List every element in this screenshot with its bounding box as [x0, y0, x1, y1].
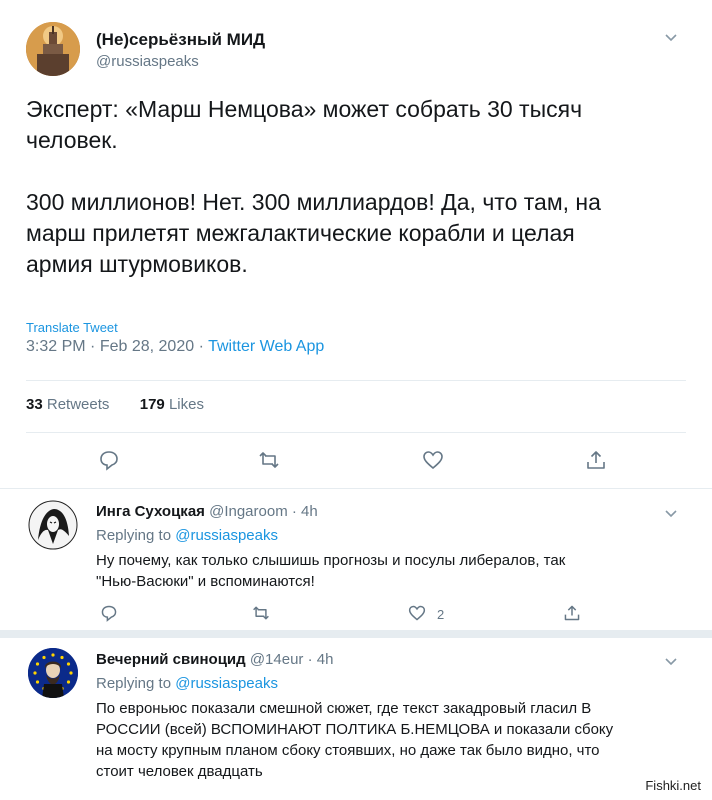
reply-text: Ну почему, как только слышишь прогнозы и…	[96, 550, 686, 592]
divider	[26, 380, 686, 381]
likes-stat[interactable]: 179 Likes	[140, 396, 204, 413]
tweet-date[interactable]: Feb 28, 2020	[100, 338, 194, 355]
share-icon[interactable]	[585, 449, 607, 471]
reply-text-line: По евроньюс показали смешной сюжет, где …	[96, 700, 592, 717]
author-name[interactable]: Вечерний свиноцид	[96, 651, 246, 668]
tweet-stats: 33 Retweets 179 Likes	[26, 396, 204, 413]
replying-to-line: Replying to @russiaspeaks	[96, 675, 278, 692]
avatar[interactable]	[26, 22, 80, 76]
translate-tweet-link[interactable]: Translate Tweet	[26, 320, 118, 335]
tweet-source[interactable]: Twitter Web App	[208, 338, 324, 355]
reply-header: Вечерний свиноцид @14eur · 4h	[96, 651, 333, 668]
chevron-down-icon[interactable]	[664, 654, 678, 668]
separator-dot: ·	[198, 338, 209, 355]
tweet-time[interactable]: 3:32 PM	[26, 338, 86, 355]
replying-to-prefix: Replying to	[96, 527, 172, 544]
avatar[interactable]	[28, 648, 78, 698]
chevron-down-icon[interactable]	[664, 30, 678, 44]
tweet-meta: 3:32 PM · Feb 28, 2020 · Twitter Web App	[26, 338, 324, 356]
reply-age[interactable]: 4h	[301, 503, 318, 520]
section-divider	[0, 630, 712, 638]
retweet-icon[interactable]	[252, 604, 274, 626]
reply-text-line: стоит человек двадцать	[96, 763, 263, 780]
tweet-text: Эксперт: «Марш Немцова» может собрать 30…	[26, 96, 601, 277]
divider	[0, 488, 712, 489]
separator-dot: ·	[307, 651, 317, 668]
replying-to-prefix: Replying to	[96, 675, 172, 692]
reply-icon[interactable]	[98, 449, 120, 471]
retweets-label: Retweets	[46, 396, 110, 413]
author-handle[interactable]: @14eur	[250, 651, 304, 668]
avatar[interactable]	[28, 500, 78, 550]
like-count: 2	[437, 607, 445, 622]
author-handle[interactable]: @Ingaroom	[209, 503, 288, 520]
like-icon[interactable]	[408, 604, 430, 626]
retweet-icon[interactable]	[258, 449, 280, 471]
separator-dot: ·	[291, 503, 302, 520]
chevron-down-icon[interactable]	[664, 506, 678, 520]
reply-text-line: Ну почему, как только слышишь прогнозы и…	[96, 552, 566, 569]
reply-age[interactable]: 4h	[317, 651, 334, 668]
replying-to-link[interactable]: @russiaspeaks	[175, 527, 278, 544]
reply-text: По евроньюс показали смешной сюжет, где …	[96, 698, 696, 782]
retweets-stat[interactable]: 33 Retweets	[26, 396, 114, 413]
divider	[26, 432, 686, 433]
retweets-count: 33	[26, 396, 43, 413]
replying-to-line: Replying to @russiaspeaks	[96, 527, 278, 544]
author-name[interactable]: Инга Сухоцкая	[96, 503, 205, 520]
author-handle[interactable]: @russiaspeaks	[96, 53, 199, 70]
author-name[interactable]: (Не)серьёзный МИД	[96, 30, 265, 50]
reply-header: Инга Сухоцкая @Ingaroom · 4h	[96, 503, 318, 520]
reply-text-line: на мосту крупным планом сбоку стоявших, …	[96, 742, 600, 759]
watermark: Fishki.net	[642, 777, 704, 794]
reply-icon[interactable]	[100, 604, 122, 626]
share-icon[interactable]	[563, 604, 585, 626]
likes-count: 179	[139, 396, 165, 413]
replying-to-link[interactable]: @russiaspeaks	[175, 675, 278, 692]
separator-dot: ·	[90, 338, 100, 355]
likes-label: Likes	[168, 396, 204, 413]
main-tweet: (Не)серьёзный МИД @russiaspeaks Эксперт:…	[0, 0, 712, 490]
reply-text-line: РОССИИ (всей) ВСПОМИНАЮТ ПОЛТИКА Б.НЕМЦО…	[96, 721, 614, 738]
like-icon[interactable]	[422, 449, 444, 471]
reply-text-line: "Нью-Васюки" и вспоминаются!	[96, 573, 315, 590]
